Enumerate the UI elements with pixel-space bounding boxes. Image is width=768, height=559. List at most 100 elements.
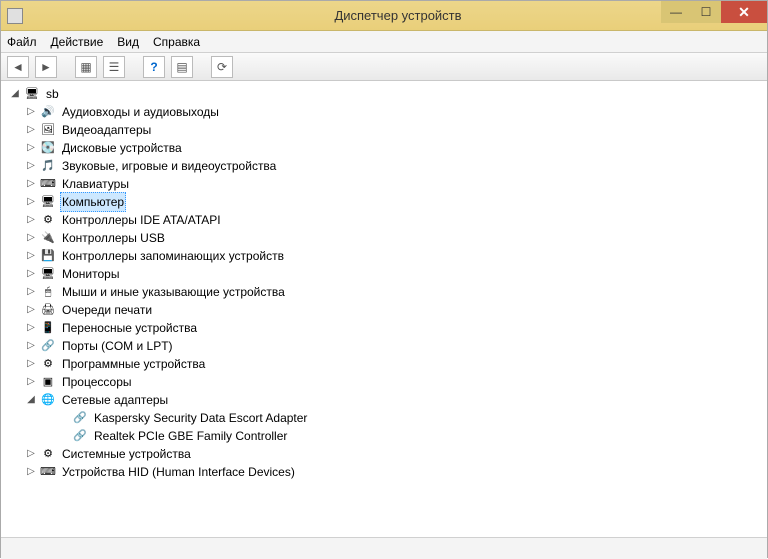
- close-button[interactable]: ✕: [721, 1, 767, 23]
- collapse-icon[interactable]: ◢: [25, 394, 37, 406]
- tree-category-3-icon: 🎵: [40, 158, 56, 174]
- statusbar: [1, 537, 767, 559]
- help-button[interactable]: ?: [143, 56, 165, 78]
- window-controls: — ☐ ✕: [661, 1, 767, 23]
- tree-category-13-label: Порты (COM и LPT): [60, 337, 175, 355]
- expand-icon[interactable]: ▷: [25, 160, 37, 172]
- menubar: Файл Действие Вид Справка: [1, 31, 767, 53]
- tree-device-16-1[interactable]: ▷🔗Realtek PCIe GBE Family Controller: [7, 427, 761, 445]
- menu-view[interactable]: Вид: [117, 35, 139, 49]
- tree-category-17[interactable]: ▷⚙Системные устройства: [7, 445, 761, 463]
- expand-icon[interactable]: ▷: [25, 250, 37, 262]
- menu-help[interactable]: Справка: [153, 35, 200, 49]
- tree-category-18-label: Устройства HID (Human Interface Devices): [60, 463, 297, 481]
- menu-action[interactable]: Действие: [51, 35, 104, 49]
- tree-category-7[interactable]: ▷🔌Контроллеры USB: [7, 229, 761, 247]
- expand-icon[interactable]: ▷: [25, 448, 37, 460]
- tree-device-16-0-label: Kaspersky Security Data Escort Adapter: [92, 409, 309, 427]
- tree-category-1-label: Видеоадаптеры: [60, 121, 153, 139]
- tree-category-13-icon: 🔗: [40, 338, 56, 354]
- maximize-button[interactable]: ☐: [691, 1, 721, 23]
- tree-category-0[interactable]: ▷🔊Аудиовходы и аудиовыходы: [7, 103, 761, 121]
- tree-category-3[interactable]: ▷🎵Звуковые, игровые и видеоустройства: [7, 157, 761, 175]
- tree-device-16-1-icon: 🔗: [72, 428, 88, 444]
- tree-category-10-label: Мыши и иные указывающие устройства: [60, 283, 287, 301]
- tree-category-1[interactable]: ▷🖼Видеоадаптеры: [7, 121, 761, 139]
- expand-icon[interactable]: ▷: [25, 304, 37, 316]
- tree-category-8-label: Контроллеры запоминающих устройств: [60, 247, 286, 265]
- tree-category-8[interactable]: ▷💾Контроллеры запоминающих устройств: [7, 247, 761, 265]
- expand-icon[interactable]: ▷: [25, 322, 37, 334]
- tree-category-0-icon: 🔊: [40, 104, 56, 120]
- menu-file[interactable]: Файл: [7, 35, 37, 49]
- expand-icon[interactable]: ▷: [25, 214, 37, 226]
- tree-category-15-label: Процессоры: [60, 373, 134, 391]
- tree-category-8-icon: 💾: [40, 248, 56, 264]
- tree-category-13[interactable]: ▷🔗Порты (COM и LPT): [7, 337, 761, 355]
- tree-category-17-icon: ⚙: [40, 446, 56, 462]
- expand-icon[interactable]: ▷: [25, 196, 37, 208]
- tree-root[interactable]: ◢🖥sb: [7, 85, 761, 103]
- tree-category-5-icon: 🖥: [40, 194, 56, 210]
- tree-category-10[interactable]: ▷🖱Мыши и иные указывающие устройства: [7, 283, 761, 301]
- tree-category-12-icon: 📱: [40, 320, 56, 336]
- tree-category-12[interactable]: ▷📱Переносные устройства: [7, 319, 761, 337]
- tree-category-14[interactable]: ▷⚙Программные устройства: [7, 355, 761, 373]
- expand-icon[interactable]: ▷: [25, 232, 37, 244]
- tree-category-11-icon: 🖨: [40, 302, 56, 318]
- tree-device-16-0[interactable]: ▷🔗Kaspersky Security Data Escort Adapter: [7, 409, 761, 427]
- window-title: Диспетчер устройств: [29, 8, 767, 23]
- tree-category-14-label: Программные устройства: [60, 355, 207, 373]
- back-button[interactable]: ◄: [7, 56, 29, 78]
- tree-category-5[interactable]: ▷🖥Компьютер: [7, 193, 761, 211]
- tree-category-11[interactable]: ▷🖨Очереди печати: [7, 301, 761, 319]
- tree-category-4-icon: ⌨: [40, 176, 56, 192]
- scan-button[interactable]: ▤: [171, 56, 193, 78]
- collapse-icon[interactable]: ◢: [9, 88, 21, 100]
- tree-category-7-label: Контроллеры USB: [60, 229, 167, 247]
- tree-category-6[interactable]: ▷⚙Контроллеры IDE ATA/ATAPI: [7, 211, 761, 229]
- expand-icon[interactable]: ▷: [25, 466, 37, 478]
- tree-category-17-label: Системные устройства: [60, 445, 193, 463]
- tree-category-6-icon: ⚙: [40, 212, 56, 228]
- tree-root-icon: 🖥: [24, 86, 40, 102]
- expand-icon[interactable]: ▷: [25, 286, 37, 298]
- expand-icon[interactable]: ▷: [25, 268, 37, 280]
- show-hidden-button[interactable]: ▦: [75, 56, 97, 78]
- tree-category-6-label: Контроллеры IDE ATA/ATAPI: [60, 211, 223, 229]
- tree-category-4[interactable]: ▷⌨Клавиатуры: [7, 175, 761, 193]
- tree-category-7-icon: 🔌: [40, 230, 56, 246]
- tree-category-14-icon: ⚙: [40, 356, 56, 372]
- device-tree[interactable]: ◢🖥sb▷🔊Аудиовходы и аудиовыходы▷🖼Видеоада…: [1, 81, 767, 537]
- tree-category-2-icon: 💽: [40, 140, 56, 156]
- tree-category-2[interactable]: ▷💽Дисковые устройства: [7, 139, 761, 157]
- forward-button[interactable]: ►: [35, 56, 57, 78]
- tree-category-1-icon: 🖼: [40, 122, 56, 138]
- expand-icon[interactable]: ▷: [25, 376, 37, 388]
- expand-icon[interactable]: ▷: [25, 106, 37, 118]
- tree-category-16[interactable]: ◢🌐Сетевые адаптеры: [7, 391, 761, 409]
- tree-category-16-label: Сетевые адаптеры: [60, 391, 170, 409]
- expand-icon[interactable]: ▷: [25, 124, 37, 136]
- titlebar: Диспетчер устройств — ☐ ✕: [1, 1, 767, 31]
- app-icon: [7, 8, 23, 24]
- tree-category-11-label: Очереди печати: [60, 301, 154, 319]
- tree-category-9[interactable]: ▷🖥Мониторы: [7, 265, 761, 283]
- tree-category-0-label: Аудиовходы и аудиовыходы: [60, 103, 221, 121]
- toolbar: ◄ ► ▦ ☰ ? ▤ ⟳: [1, 53, 767, 81]
- tree-category-5-label: Компьютер: [60, 192, 126, 212]
- refresh-button[interactable]: ⟳: [211, 56, 233, 78]
- expand-icon[interactable]: ▷: [25, 142, 37, 154]
- tree-category-18-icon: ⌨: [40, 464, 56, 480]
- tree-category-18[interactable]: ▷⌨Устройства HID (Human Interface Device…: [7, 463, 761, 481]
- tree-category-15[interactable]: ▷▣Процессоры: [7, 373, 761, 391]
- tree-device-16-1-label: Realtek PCIe GBE Family Controller: [92, 427, 289, 445]
- expand-icon[interactable]: ▷: [25, 358, 37, 370]
- properties-button[interactable]: ☰: [103, 56, 125, 78]
- expand-icon[interactable]: ▷: [25, 340, 37, 352]
- tree-category-4-label: Клавиатуры: [60, 175, 131, 193]
- tree-device-16-0-icon: 🔗: [72, 410, 88, 426]
- tree-root-label: sb: [44, 85, 61, 103]
- expand-icon[interactable]: ▷: [25, 178, 37, 190]
- minimize-button[interactable]: —: [661, 1, 691, 23]
